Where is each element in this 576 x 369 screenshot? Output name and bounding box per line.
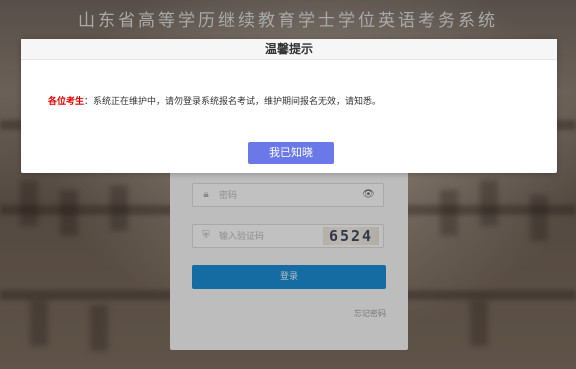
notice-lead: 各位考生 xyxy=(48,97,85,107)
notice-separator: ： xyxy=(84,97,94,107)
notice-message: 系统正在维护中，请勿登录系统报名考试，维护期间报名无效，请知悉。 xyxy=(93,97,382,107)
notice-text: 各位考生：系统正在维护中，请勿登录系统报名考试，维护期间报名无效，请知悉。 xyxy=(48,94,381,107)
notice-modal: 温馨提示 各位考生：系统正在维护中，请勿登录系统报名考试，维护期间报名无效，请知… xyxy=(21,39,557,173)
modal-title: 温馨提示 xyxy=(21,39,557,60)
acknowledge-button[interactable]: 我已知晓 xyxy=(248,142,334,164)
